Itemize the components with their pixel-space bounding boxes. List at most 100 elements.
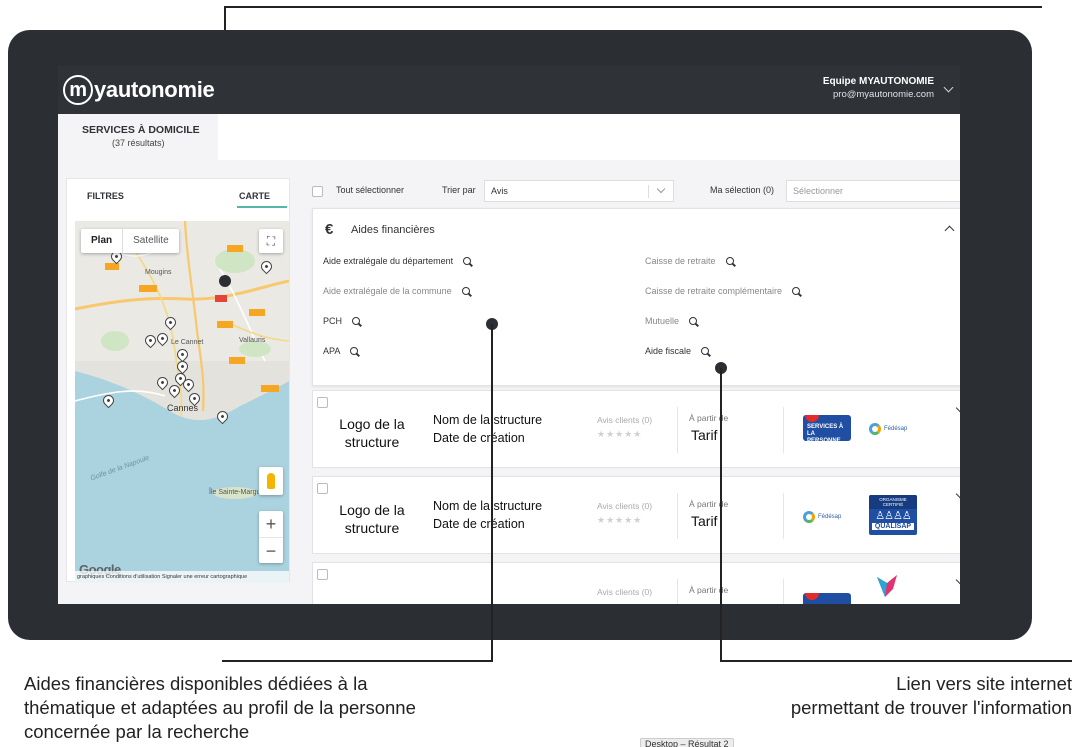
- divider: [783, 493, 784, 539]
- aide-link-pch[interactable]: PCH: [323, 316, 361, 326]
- structure-name-text: Nom de la structure: [433, 499, 543, 513]
- map-type-plan[interactable]: Plan: [81, 229, 122, 253]
- sap-mark-icon: [805, 415, 819, 422]
- result-card[interactable]: Logo de la structure Nom de la structure…: [312, 390, 960, 468]
- caption-aides: Aides financières disponibles dédiées à …: [24, 672, 416, 744]
- structure-logo-placeholder: Logo de la structure: [339, 502, 405, 536]
- result-card[interactable]: Avis clients (0) À partir de: [312, 562, 960, 604]
- aide-link-apa[interactable]: APA: [323, 346, 359, 356]
- stage: m yautonomie Equipe MYAUTONOMIE pro@myau…: [0, 0, 1072, 747]
- chevron-down-icon[interactable]: [955, 403, 960, 413]
- sap-line1: SERVICES À: [807, 424, 844, 430]
- price-tarif: Tarif: [691, 427, 718, 443]
- star-rating: ★★★★★: [597, 429, 643, 439]
- brand-logo[interactable]: m yautonomie: [63, 74, 215, 106]
- active-tab-indicator: [237, 206, 287, 208]
- select-all-checkbox[interactable]: [312, 186, 323, 197]
- app-header: m yautonomie Equipe MYAUTONOMIE pro@myau…: [58, 66, 960, 114]
- map-view[interactable]: Mougins Le Cannet Vallauris Cannes Golfe…: [75, 221, 289, 583]
- search-icon[interactable]: [352, 317, 361, 325]
- zoom-out-button[interactable]: −: [259, 537, 283, 563]
- search-icon[interactable]: [725, 257, 734, 265]
- zoom-in-button[interactable]: +: [259, 511, 283, 537]
- aide-link-caisse-retraite[interactable]: Caisse de retraite: [645, 256, 734, 266]
- caption-line: Aides financières disponibles dédiées à …: [24, 673, 368, 694]
- result-card[interactable]: Logo de la structure Nom de la structure…: [312, 476, 960, 554]
- result-count: (37 résultats): [112, 138, 165, 148]
- aide-label: Caisse de retraite complémentaire: [645, 286, 783, 296]
- map-label-le-cannet: Le Cannet: [171, 339, 204, 346]
- chevron-down-icon[interactable]: [943, 82, 954, 93]
- search-icon[interactable]: [689, 317, 698, 325]
- price-tarif: Tarif: [691, 513, 718, 529]
- structure-name[interactable]: Nom de la structure Date de création: [433, 497, 542, 533]
- structure-name[interactable]: Nom de la structure Date de création: [433, 411, 542, 447]
- map-type-satellite[interactable]: Satellite: [122, 229, 179, 253]
- fullscreen-icon[interactable]: ⛶: [259, 229, 283, 253]
- review-count: Avis clients (0): [597, 587, 653, 597]
- aide-link-mutuelle[interactable]: Mutuelle: [645, 316, 698, 326]
- fedesap-logo-icon: [803, 511, 815, 523]
- divider: [783, 407, 784, 453]
- aide-link-departement[interactable]: Aide extralégale du département: [323, 256, 472, 266]
- select-all-label[interactable]: Tout sélectionner: [336, 185, 404, 195]
- selection-select[interactable]: Sélectionner: [786, 180, 960, 202]
- star-rating: ★★★★★: [597, 515, 643, 525]
- aide-link-aide-fiscale[interactable]: Aide fiscale: [645, 346, 710, 356]
- chevron-up-icon[interactable]: [944, 225, 955, 236]
- annotation-line-aides-vertical: [491, 324, 493, 662]
- search-icon[interactable]: [792, 287, 801, 295]
- result-checkbox[interactable]: [317, 397, 328, 408]
- logo-text: yautonomie: [94, 77, 215, 102]
- qualisap-name: QUALISAP: [872, 523, 914, 530]
- annotation-line-fiscal-horizontal: [720, 660, 1072, 662]
- services-a-la-personne-badge: [803, 593, 851, 604]
- left-panel: FILTRES CARTE Mougins Le Cannet Vallauri…: [66, 178, 290, 583]
- chevron-down-icon[interactable]: [955, 575, 960, 585]
- sap-line2: LA PERSONNE: [807, 431, 841, 441]
- chevron-down-icon[interactable]: [955, 489, 960, 499]
- caption-line: permettant de trouver l'information: [790, 697, 1072, 718]
- page-title-block: SERVICES À DOMICILE (37 résultats): [58, 114, 218, 160]
- aide-link-caisse-complementaire[interactable]: Caisse de retraite complémentaire: [645, 286, 801, 296]
- fedesap-badge: Fédésap: [869, 421, 907, 437]
- aide-label: Aide extralégale de la commune: [323, 286, 452, 296]
- street-view-pegman-icon[interactable]: [259, 467, 283, 495]
- map-label-mougins: Mougins: [145, 269, 172, 276]
- sort-select[interactable]: Avis: [484, 180, 674, 202]
- selection-placeholder: Sélectionner: [793, 186, 844, 196]
- qualisap-badge: ORGANISME CERTIFIÉ ♙♙♙♙ QUALISAP: [869, 495, 917, 535]
- account-menu[interactable]: Equipe MYAUTONOMIE pro@myautonomie.com: [823, 76, 934, 100]
- aide-label: Aide extralégale du département: [323, 256, 454, 266]
- result-checkbox[interactable]: [317, 569, 328, 580]
- review-count: Avis clients (0): [597, 501, 653, 511]
- aide-label: Mutuelle: [645, 316, 680, 326]
- tab-filtres[interactable]: FILTRES: [87, 191, 124, 201]
- qualisap-figures-icon: ♙♙♙♙: [875, 510, 911, 522]
- result-checkbox[interactable]: [317, 483, 328, 494]
- search-icon[interactable]: [463, 257, 472, 265]
- aide-link-commune[interactable]: Aide extralégale de la commune: [323, 286, 470, 296]
- review-count: Avis clients (0): [597, 415, 653, 425]
- annotation-line-fiscal-vertical: [720, 368, 722, 662]
- structure-date: Date de création: [433, 517, 525, 531]
- qualisap-top: ORGANISME CERTIFIÉ: [869, 495, 917, 509]
- caption-line: concernée par la recherche: [24, 721, 250, 742]
- aides-title: Aides financières: [351, 224, 435, 236]
- chevron-down-icon: [656, 184, 666, 194]
- frame-tooltip: Desktop – Résultat 2: [640, 738, 734, 747]
- search-icon[interactable]: [461, 287, 470, 295]
- map-label-vallauris: Vallauris: [239, 337, 266, 344]
- search-icon[interactable]: [701, 347, 710, 355]
- tab-carte[interactable]: CARTE: [239, 191, 270, 201]
- title-bar-filler: [218, 114, 960, 160]
- services-a-la-personne-badge: SERVICES À LA PERSONNE: [803, 415, 851, 441]
- bird-logo-icon: [877, 575, 897, 597]
- pegman-shape: [267, 473, 275, 489]
- caption-line: thématique et adaptées au profil de la p…: [24, 697, 416, 718]
- zoom-control: + −: [259, 511, 283, 563]
- search-icon[interactable]: [350, 347, 359, 355]
- map-attribution[interactable]: graphiques Conditions d'utilisation Sign…: [75, 571, 289, 583]
- fedesap-badge: Fédésap: [803, 509, 841, 525]
- caption-line: Lien vers site internet: [896, 673, 1072, 694]
